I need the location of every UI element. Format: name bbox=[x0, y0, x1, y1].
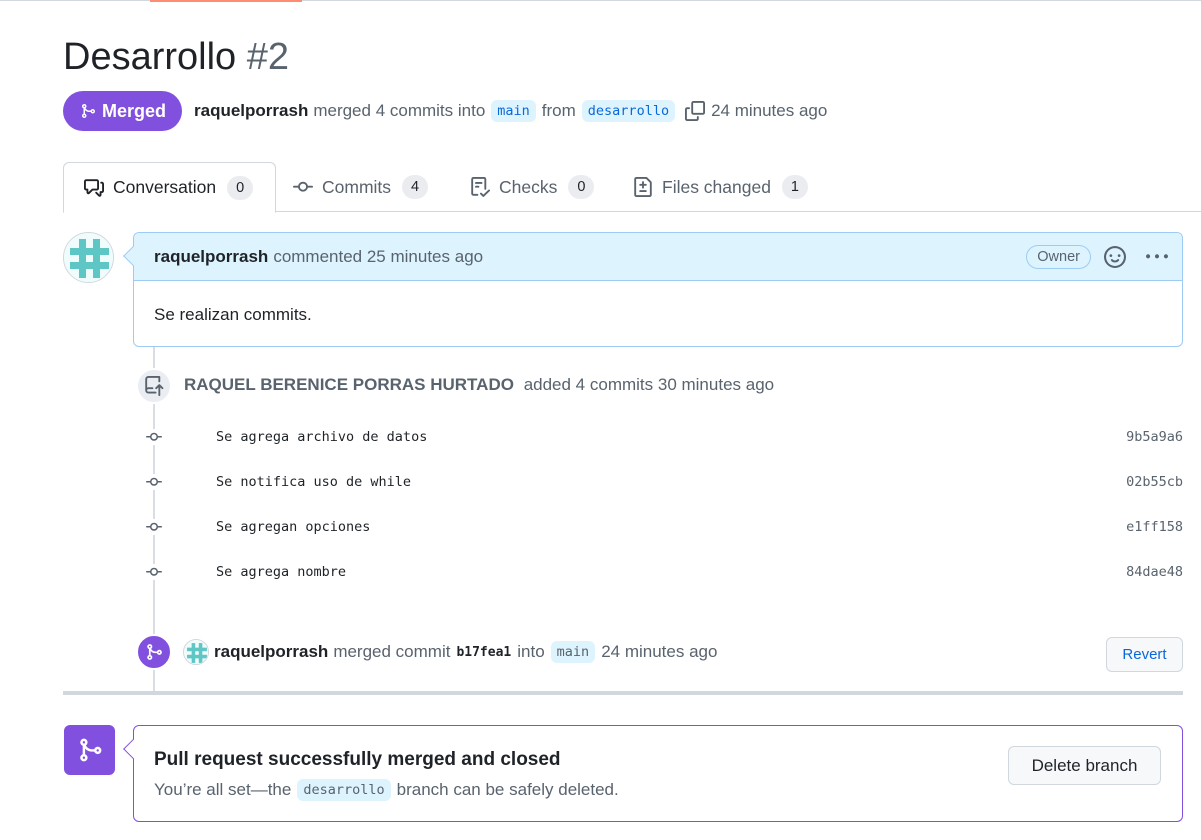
tab-conversation-count: 0 bbox=[227, 175, 254, 200]
avatar[interactable] bbox=[183, 639, 209, 665]
comment-author-link[interactable]: raquelporrash bbox=[154, 247, 268, 267]
merge-text: merged commit bbox=[333, 642, 451, 661]
commit-sha-link[interactable]: 02b55cb bbox=[1126, 474, 1183, 490]
avatar[interactable] bbox=[63, 232, 114, 283]
page-title: Desarrollo #2 bbox=[63, 36, 289, 79]
merged-box-caret bbox=[123, 739, 143, 759]
git-commit-icon bbox=[143, 564, 165, 580]
commit-message-link[interactable]: Se agrega archivo de datos bbox=[216, 429, 427, 445]
merge-author-link[interactable]: raquelporrash bbox=[214, 642, 328, 662]
tab-files-changed-count: 1 bbox=[781, 175, 808, 199]
merge-time: 24 minutes ago bbox=[601, 642, 718, 661]
list-item: Se agrega archivo de datos 9b5a9a6 bbox=[140, 425, 1183, 449]
merge-branch-link[interactable]: main bbox=[550, 641, 596, 663]
tab-checks[interactable]: Checks 0 bbox=[470, 162, 595, 212]
base-branch-link[interactable]: main bbox=[491, 100, 536, 122]
checklist-icon bbox=[471, 177, 490, 197]
pr-time: 24 minutes ago bbox=[711, 101, 828, 120]
tab-conversation-label: Conversation bbox=[113, 177, 217, 197]
commit-sha-link[interactable]: 9b5a9a6 bbox=[1126, 429, 1183, 445]
delete-branch-button[interactable]: Delete branch bbox=[1008, 746, 1161, 785]
comment-discussion-icon bbox=[84, 178, 104, 197]
merge-event: raquelporrash merged commit b17fea1 into… bbox=[183, 638, 717, 666]
comment-body: Se realizan commits. bbox=[154, 305, 312, 324]
pr-number: #2 bbox=[246, 36, 290, 78]
pr-tabs: Conversation 0 Commits 4 Checks 0 Files … bbox=[63, 162, 1201, 213]
commit-message-link[interactable]: Se notifica uso de while bbox=[216, 474, 411, 490]
pr-meta: Merged raquelporrash merged 4 commits in… bbox=[63, 91, 827, 131]
merged-sub-before: You’re all set—the bbox=[154, 780, 292, 799]
repo-push-icon bbox=[136, 368, 172, 404]
tab-commits[interactable]: Commits 4 bbox=[293, 162, 429, 212]
tab-commits-label: Commits bbox=[322, 176, 392, 197]
tab-files-changed-label: Files changed bbox=[662, 176, 771, 197]
smiley-icon[interactable] bbox=[1104, 246, 1126, 268]
comment-box: raquelporrash commented 25 minutes ago O… bbox=[123, 232, 1183, 347]
git-merge-icon bbox=[64, 725, 115, 775]
git-commit-icon bbox=[143, 474, 165, 490]
commit-sha-link[interactable]: e1ff158 bbox=[1126, 519, 1183, 535]
tab-checks-label: Checks bbox=[499, 176, 558, 197]
tab-commits-count: 4 bbox=[402, 175, 429, 199]
git-commit-icon bbox=[293, 181, 313, 192]
merged-branch-name: desarrollo bbox=[297, 779, 391, 801]
merged-sub-after: branch can be safely deleted. bbox=[396, 780, 619, 799]
merged-state-badge: Merged bbox=[63, 91, 183, 131]
commits-author-link[interactable]: RAQUEL BERENICE PORRAS HURTADO bbox=[184, 375, 514, 394]
commit-message-link[interactable]: Se agregan opciones bbox=[216, 519, 370, 535]
commit-sha-link[interactable]: 84dae48 bbox=[1126, 564, 1183, 580]
pr-title: Desarrollo bbox=[63, 36, 237, 78]
active-nav-underline bbox=[150, 0, 302, 2]
file-diff-icon bbox=[634, 177, 652, 197]
copy-branch-icon[interactable] bbox=[685, 101, 706, 121]
timeline-end-divider bbox=[63, 691, 1183, 695]
owner-badge: Owner bbox=[1026, 245, 1091, 269]
tab-files-changed[interactable]: Files changed 1 bbox=[633, 162, 808, 212]
pr-merged-text: merged 4 commits into bbox=[313, 101, 486, 120]
comment-header: raquelporrash commented 25 minutes ago bbox=[134, 233, 1182, 281]
merged-title: Pull request successfully merged and clo… bbox=[154, 749, 561, 770]
tab-checks-count: 0 bbox=[568, 175, 595, 199]
git-merge-icon bbox=[136, 634, 172, 670]
comment-action: commented 25 minutes ago bbox=[273, 246, 484, 266]
git-commit-icon bbox=[143, 429, 165, 445]
git-merge-icon bbox=[82, 104, 96, 118]
list-item: Se notifica uso de while 02b55cb bbox=[140, 470, 1183, 494]
commit-message-link[interactable]: Se agrega nombre bbox=[216, 564, 346, 580]
merged-status-box: Pull request successfully merged and clo… bbox=[123, 725, 1183, 822]
head-branch-link[interactable]: desarrollo bbox=[581, 100, 676, 122]
merged-subtitle: You’re all set—the desarrollo branch can… bbox=[154, 779, 619, 801]
merge-commit-sha-link[interactable]: b17fea1 bbox=[456, 645, 511, 660]
pr-author-link[interactable]: raquelporrash bbox=[194, 101, 308, 121]
commits-added-event: RAQUEL BERENICE PORRAS HURTADO added 4 c… bbox=[184, 375, 774, 395]
kebab-horizontal-icon[interactable] bbox=[1146, 246, 1168, 268]
git-commit-icon bbox=[143, 519, 165, 535]
merged-state-label: Merged bbox=[102, 100, 167, 121]
list-item: Se agrega nombre 84dae48 bbox=[140, 560, 1183, 584]
tab-conversation[interactable]: Conversation 0 bbox=[63, 162, 277, 213]
commits-added-text: added 4 commits 30 minutes ago bbox=[523, 375, 775, 394]
merge-into-text: into bbox=[517, 642, 545, 661]
revert-button[interactable]: Revert bbox=[1106, 637, 1183, 672]
pr-from-text: from bbox=[541, 101, 576, 120]
list-item: Se agregan opciones e1ff158 bbox=[140, 515, 1183, 539]
